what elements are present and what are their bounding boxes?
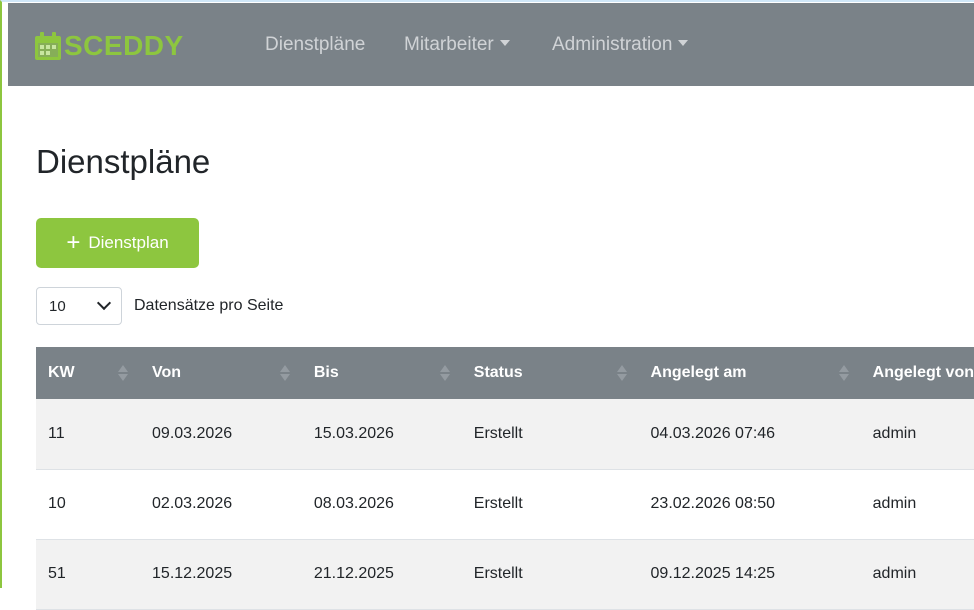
column-header-status[interactable]: Status	[462, 347, 639, 399]
column-header-label: Angelegt von	[872, 364, 974, 381]
page-length-select[interactable]: 10	[36, 287, 122, 325]
sort-icon	[118, 365, 129, 381]
cell-angelegt-von: admin	[872, 565, 917, 582]
sort-icon	[616, 365, 627, 381]
table-header-row: KW Von Bis Status Angelegt am Angelegt v…	[36, 347, 974, 399]
cell-angelegt-von: admin	[872, 495, 917, 512]
top-navbar: SCEDDY Dienstpläne Mitarbeiter Administr…	[8, 3, 974, 86]
cell-von: 15.12.2025	[152, 565, 233, 582]
cell-kw: 11	[48, 424, 65, 442]
nav-item-mitarbeiter[interactable]: Mitarbeiter	[404, 34, 510, 56]
cell-bis: 08.03.2026	[313, 495, 394, 512]
cell-von: 09.03.2026	[152, 424, 233, 442]
cell-status: Erstellt	[473, 424, 523, 442]
dienstplaene-table: KW Von Bis Status Angelegt am Angelegt v…	[36, 347, 974, 610]
sort-icon	[279, 365, 290, 381]
column-header-label: KW	[48, 364, 75, 381]
cell-angelegt-am: 23.02.2026 08:50	[650, 495, 776, 512]
add-button-label: Dienstplan	[88, 233, 169, 252]
plus-icon: +	[66, 229, 81, 256]
sort-icon	[439, 365, 450, 381]
cell-angelegt-am: 09.12.2025 14:25	[650, 565, 776, 582]
page-length-value: 10	[49, 297, 66, 315]
cell-status: Erstellt	[473, 565, 523, 582]
cell-status: Erstellt	[473, 495, 523, 512]
page-title: Dienstpläne	[36, 143, 211, 180]
cell-von: 02.03.2026	[152, 495, 233, 512]
column-header-bis[interactable]: Bis	[302, 347, 462, 399]
column-header-angelegt-am[interactable]: Angelegt am	[639, 347, 861, 399]
nav-item-label: Mitarbeiter	[404, 34, 494, 55]
column-header-kw[interactable]: KW	[36, 347, 140, 399]
cell-bis: 15.03.2026	[313, 424, 394, 442]
calendar-logo-icon	[34, 31, 62, 61]
column-header-label: Bis	[313, 364, 339, 381]
caret-down-icon	[678, 39, 689, 46]
brand-name: SCEDDY	[64, 30, 184, 61]
cell-bis: 21.12.2025	[313, 565, 394, 582]
column-header-angelegt-von[interactable]: Angelegt von	[861, 347, 974, 399]
cell-angelegt-am: 04.03.2026 07:46	[650, 424, 776, 442]
table-row[interactable]: 11 09.03.2026 15.03.2026 Erstellt 04.03.…	[36, 399, 974, 469]
caret-down-icon	[499, 39, 510, 46]
chevron-down-icon	[96, 295, 112, 311]
nav-item-administration[interactable]: Administration	[552, 34, 689, 56]
cell-angelegt-von: admin	[872, 424, 917, 442]
table-row[interactable]: 10 02.03.2026 08.03.2026 Erstellt 23.02.…	[36, 469, 974, 539]
nav-item-label: Administration	[552, 34, 673, 55]
sort-icon	[838, 365, 849, 381]
column-header-label: Status	[473, 364, 523, 381]
column-header-von[interactable]: Von	[140, 347, 302, 399]
brand-logo[interactable]: SCEDDY	[34, 26, 184, 66]
column-header-label: Von	[152, 364, 182, 381]
page-length-control: 10 Datensätze pro Seite	[36, 287, 283, 325]
cell-kw: 10	[48, 495, 66, 512]
cell-kw: 51	[48, 565, 66, 582]
add-dienstplan-button[interactable]: + Dienstplan	[36, 218, 199, 268]
nav-item-dienstplaene[interactable]: Dienstpläne	[265, 34, 365, 56]
page-length-label: Datensätze pro Seite	[134, 297, 284, 314]
column-header-label: Angelegt am	[650, 364, 747, 381]
table-row[interactable]: 51 15.12.2025 21.12.2025 Erstellt 09.12.…	[36, 539, 974, 609]
nav-item-label: Dienstpläne	[265, 34, 366, 55]
